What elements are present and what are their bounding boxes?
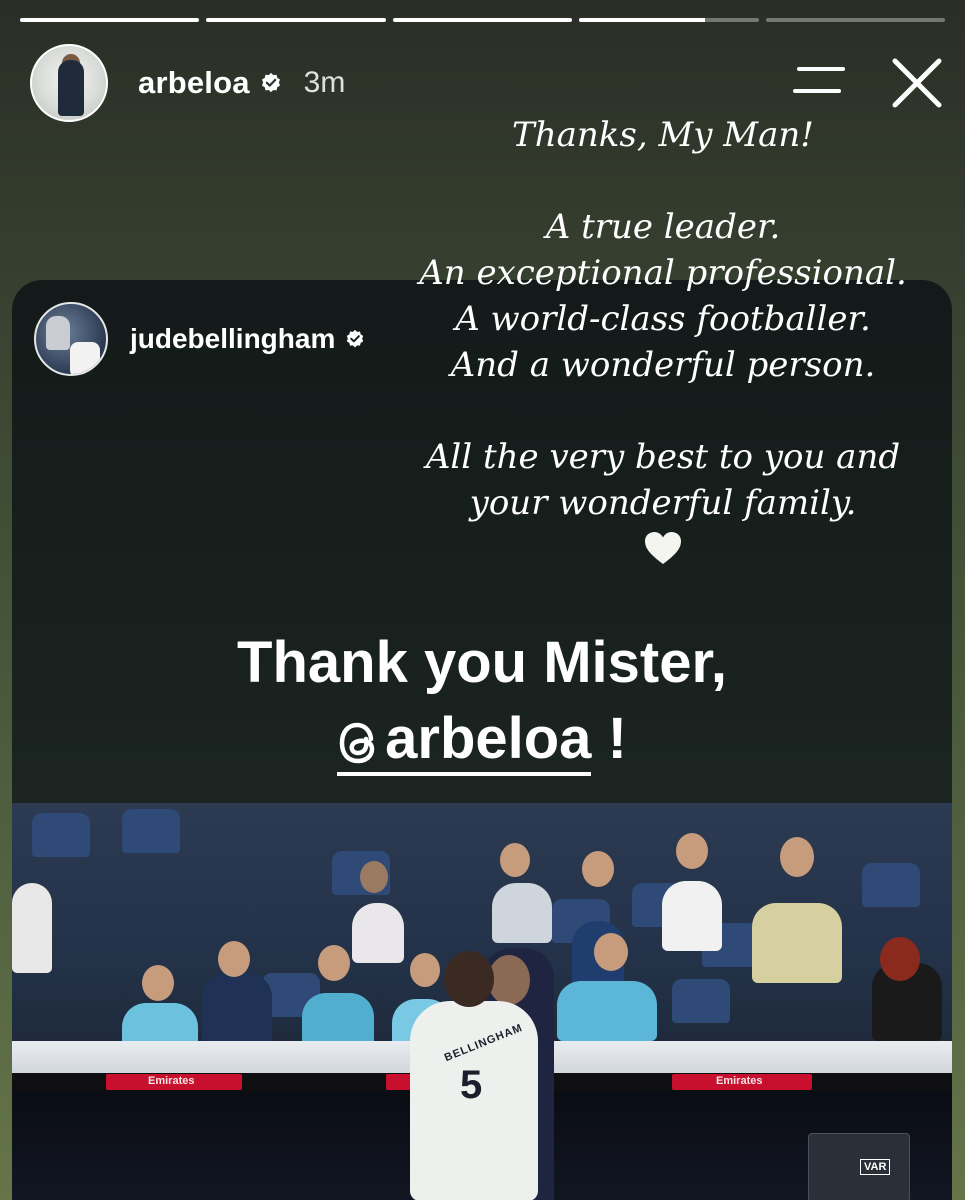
ad-text: Emirates [148,1075,195,1087]
caption-line: Thanks, My Man! [512,115,814,155]
mention-text: arbeloa [385,706,592,771]
var-label: VAR [860,1159,891,1175]
repost-username[interactable]: judebellingham [130,323,335,355]
coach-head [488,955,530,1005]
caption-line: A world-class footballer. [455,299,871,339]
story-header: arbeloa 3m [30,44,943,122]
author-avatar[interactable] [30,44,108,122]
progress-segment [206,18,386,22]
hug-photo: Emirates Emirates BELLINGHAM 5 VAR [12,803,952,1200]
progress-segment [20,18,200,22]
progress-segment [579,18,759,22]
menu-icon[interactable] [793,63,845,103]
progress-segment [765,18,946,22]
repost-header: judebellingham [34,302,365,376]
verified-badge-icon [347,329,364,348]
story-caption: Thanks, My Man! A true leader. An except… [383,112,943,574]
heart-icon [383,530,943,574]
exclaim: ! [607,706,627,771]
progress-segment [392,18,573,22]
caption-line: All the very best to you and [425,437,901,477]
verified-badge-icon [261,72,280,93]
player-head [444,951,494,1007]
mention-link[interactable]: arbeloa [337,706,592,776]
caption-line: An exceptional professional. [419,253,907,293]
ad-text: Emirates [716,1075,763,1087]
author-username[interactable]: arbeloa [138,65,250,101]
close-icon[interactable] [891,57,943,109]
caption-line: your wonderful family. [469,483,857,523]
jersey-number: 5 [460,1063,483,1107]
headline-line: Thank you Mister, [237,630,727,695]
story-progress [20,18,946,22]
repost-headline: Thank you Mister, arbeloa ! [12,625,952,777]
caption-line: And a wonderful person. [450,345,876,385]
repost-avatar[interactable] [34,302,108,376]
post-time: 3m [303,66,346,99]
threads-icon [339,722,375,763]
var-monitor [808,1133,910,1200]
caption-line: A true leader. [545,207,781,247]
